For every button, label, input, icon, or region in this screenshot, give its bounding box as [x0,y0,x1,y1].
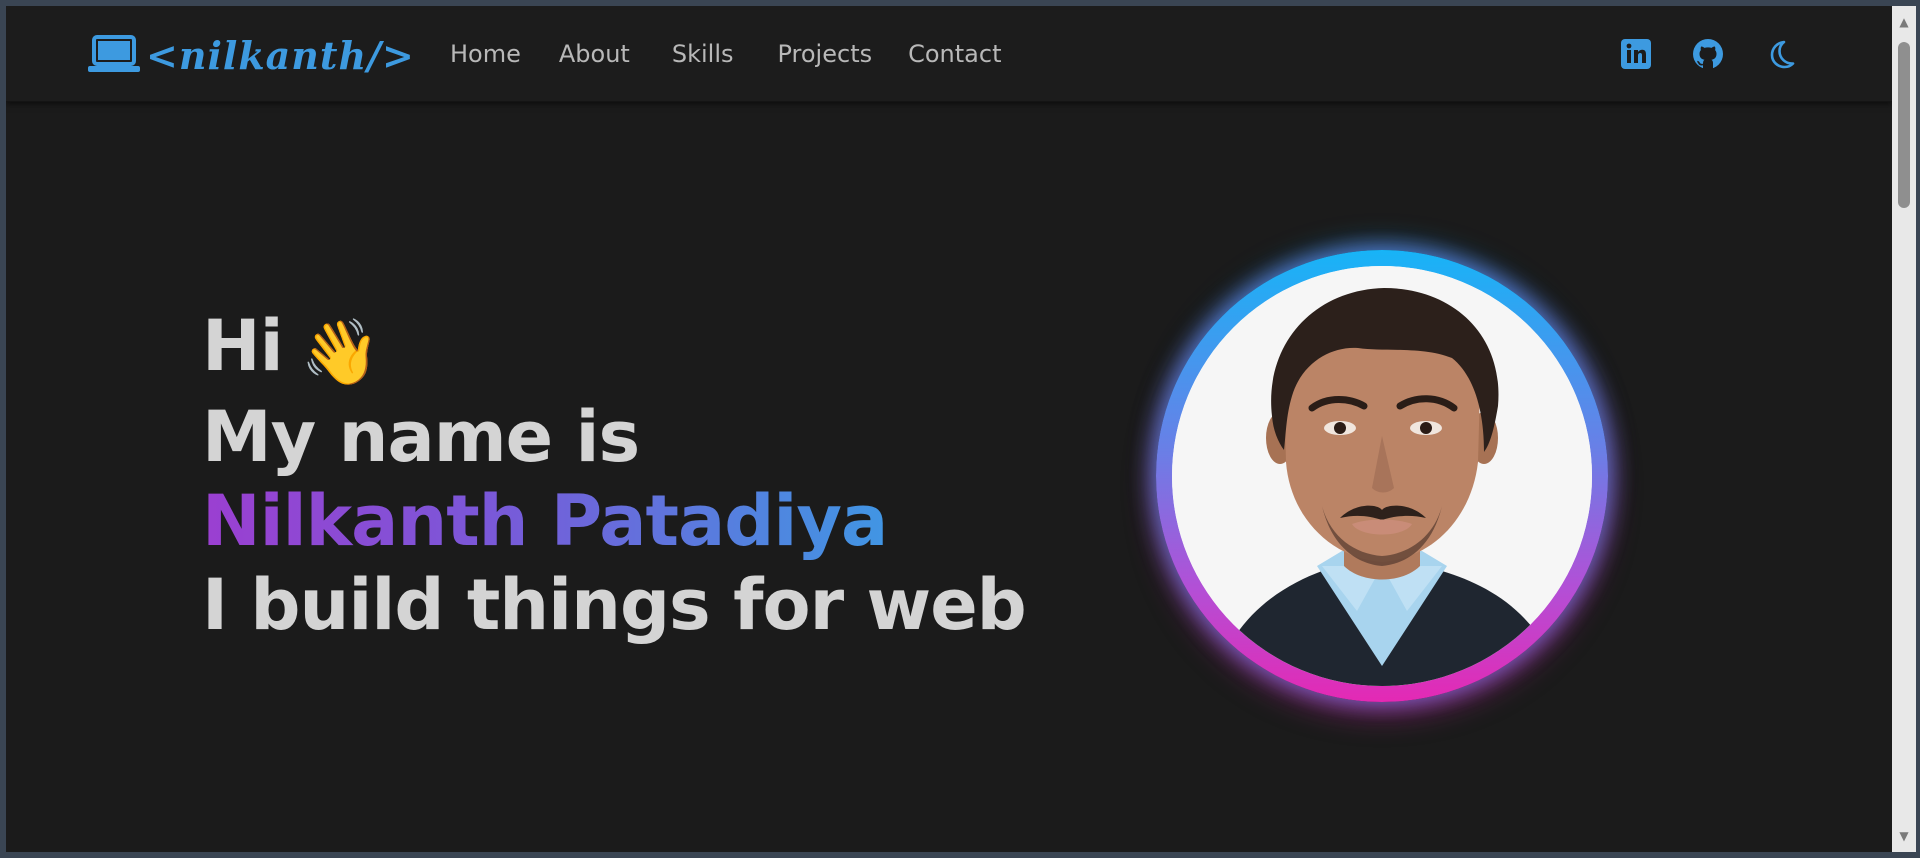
hero-intro: Hi 👋 My name is Nilkanth Patadiya I build… [202,304,1027,647]
github-icon[interactable] [1690,36,1726,72]
nav-link-projects[interactable]: Projects [777,40,872,68]
nav-links: Home About Skills Projects Contact [450,6,1039,102]
browser-viewport: <nilkanth/> Home About Skills Projects C… [6,6,1916,852]
nav-link-home[interactable]: Home [450,40,521,68]
nav-link-contact[interactable]: Contact [908,40,1001,68]
top-navbar: <nilkanth/> Home About Skills Projects C… [6,6,1892,102]
scroll-up-arrow-icon[interactable]: ▲ [1896,14,1912,30]
hero-name: Nilkanth Patadiya [202,479,1022,563]
nav-social-icons [1618,36,1834,72]
scroll-down-arrow-icon[interactable]: ▼ [1896,828,1912,844]
laptop-icon [88,35,140,72]
profile-portrait-image [1172,266,1592,686]
brand-logo[interactable]: <nilkanth/> [88,30,415,80]
hero-greeting: Hi [202,305,284,387]
linkedin-icon[interactable] [1618,36,1654,72]
hero-name-intro: My name is [202,396,640,478]
nav-link-about[interactable]: About [559,40,630,68]
brand-text: <nilkanth/> [146,32,415,78]
moon-icon[interactable] [1762,36,1798,72]
nav-link-skills[interactable]: Skills [672,40,734,68]
hero-tagline: I build things for web [202,564,1027,646]
hero-greeting-line: Hi 👋 [202,304,1022,395]
profile-photo-ring [1156,250,1608,702]
scroll-thumb[interactable] [1898,42,1910,208]
waving-hand-icon: 👋 [300,316,381,390]
vertical-scrollbar[interactable]: ▲ ▼ [1892,6,1916,852]
profile-photo [1172,266,1592,686]
